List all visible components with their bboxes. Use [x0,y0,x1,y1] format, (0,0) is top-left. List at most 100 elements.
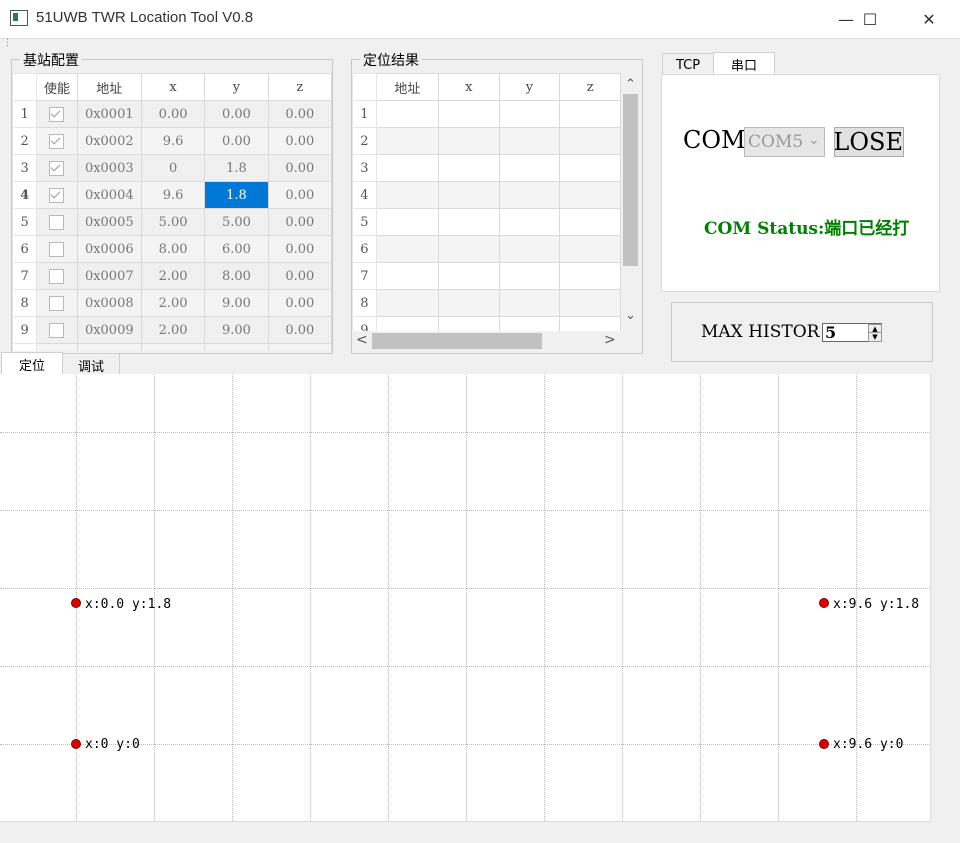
row-number[interactable]: 8 [12,289,38,317]
row-number[interactable]: 6 [352,235,377,263]
location-plot[interactable]: x:0.0 y:1.8 x:9.6 y:1.8 x:0 y:0 x:9.6 y:… [0,374,931,822]
col-header-y[interactable]: y [498,73,561,101]
row-number[interactable]: 3 [12,154,38,182]
row-number[interactable]: 1 [352,100,377,128]
col-header-address[interactable]: 地址 [375,73,439,101]
max-history-label: MAX HISTOR [701,322,820,342]
enable-checkbox[interactable] [49,187,65,203]
z-cell[interactable]: 0.00 [267,100,332,128]
y-cell[interactable]: 5.00 [204,208,269,236]
x-cell[interactable]: 2.00 [140,289,206,317]
results-vertical-scrollbar[interactable]: ⌃ ⌄ [621,73,640,331]
spin-down-icon[interactable]: ▼ [868,332,882,342]
address-cell[interactable]: 0x0006 [76,235,142,263]
row-number[interactable]: 9 [12,316,38,344]
scroll-down-arrow[interactable]: ⌄ [621,309,640,329]
address-cell[interactable]: 0x0005 [76,208,142,236]
scroll-right-arrow[interactable]: > [604,332,616,348]
col-header-z[interactable]: z [267,73,332,101]
history-group: MAX HISTOR 5 ▲ ▼ [671,302,933,362]
max-history-value[interactable]: 5 [825,323,836,342]
y-cell[interactable]: 0.00 [204,127,269,155]
y-cell[interactable]: 9.00 [204,316,269,344]
x-cell[interactable]: 9.6 [140,181,206,209]
enable-checkbox[interactable] [49,106,65,122]
scroll-up-arrow[interactable]: ⌃ [621,73,640,93]
x-cell[interactable]: 2.00 [140,262,206,290]
row-number[interactable]: 3 [352,154,377,182]
y-cell-selected[interactable]: 1.8 [204,181,269,209]
address-cell[interactable]: 0x0002 [76,127,142,155]
x-cell[interactable]: 5.00 [140,208,206,236]
row-number[interactable]: 6 [12,235,38,263]
row-number[interactable]: 4 [12,181,38,209]
enable-checkbox[interactable] [49,268,65,284]
col-header-address[interactable]: 地址 [76,73,142,101]
close-port-button[interactable]: CLOSE [834,127,904,157]
address-cell[interactable]: 0x0001 [76,100,142,128]
y-cell[interactable]: 0.00 [204,100,269,128]
tab-serial[interactable]: 串口 [713,52,775,76]
max-history-spinbox[interactable]: 5 ▲ ▼ [822,323,882,342]
window-title: 51UWB TWR Location Tool V0.8 [36,9,254,26]
z-cell[interactable]: 0.00 [267,154,332,182]
row-number[interactable]: 5 [352,208,377,236]
col-header-z[interactable]: z [559,73,621,101]
enable-checkbox[interactable] [49,241,65,257]
maximize-button[interactable]: ☐ [847,0,893,38]
address-cell[interactable]: 0x0004 [76,181,142,209]
x-cell[interactable]: 9.6 [140,127,206,155]
tab-debug[interactable]: 调试 [62,353,120,376]
z-cell[interactable]: 0.00 [267,235,332,263]
x-cell[interactable]: 8.00 [140,235,206,263]
row-number[interactable]: 2 [12,127,38,155]
row-number[interactable]: 4 [352,181,377,209]
col-header-x[interactable]: x [140,73,206,101]
splitter-grip[interactable]: ⋮ [3,38,12,48]
enable-cell [36,235,78,263]
z-cell[interactable]: 0.00 [267,127,332,155]
enable-cell [36,100,78,128]
row-number[interactable]: 8 [352,289,377,317]
tab-tcp[interactable]: TCP [662,53,714,76]
enable-checkbox[interactable] [49,133,65,149]
row-number[interactable]: 1 [12,100,38,128]
x-cell[interactable]: 2.00 [140,316,206,344]
z-cell[interactable]: 0.00 [267,181,332,209]
address-cell[interactable]: 0x0003 [76,154,142,182]
enable-checkbox[interactable] [49,295,65,311]
col-header-y[interactable]: y [204,73,269,101]
tab-locate[interactable]: 定位 [1,352,63,376]
y-cell[interactable]: 6.00 [204,235,269,263]
x-cell[interactable]: 0.00 [140,100,206,128]
z-cell[interactable]: 0.00 [267,316,332,344]
z-cell[interactable]: 0.00 [267,208,332,236]
z-cell[interactable]: 0.00 [267,289,332,317]
anchor-marker [71,739,81,749]
vertical-scroll-thumb[interactable] [623,94,638,266]
close-window-button[interactable]: ✕ [906,0,952,38]
y-cell[interactable]: 9.00 [204,289,269,317]
enable-checkbox[interactable] [49,322,65,338]
scroll-left-arrow[interactable]: < [356,332,368,348]
com-port-value: COM5 [748,132,804,152]
address-cell[interactable]: 0x0007 [76,262,142,290]
com-port-select[interactable]: COM5 ⌄ [744,127,825,157]
results-horizontal-scrollbar[interactable]: < > [352,331,640,351]
address-cell[interactable]: 0x0009 [76,316,142,344]
col-header-enable[interactable]: 使能 [36,73,78,101]
z-cell[interactable]: 0.00 [267,262,332,290]
row-number[interactable]: 5 [12,208,38,236]
row-number[interactable]: 7 [12,262,38,290]
row-number[interactable]: 9 [352,316,377,331]
col-header-x[interactable]: x [437,73,500,101]
enable-checkbox[interactable] [49,214,65,230]
horizontal-scroll-thumb[interactable] [372,333,542,349]
y-cell[interactable]: 1.8 [204,154,269,182]
row-number[interactable]: 7 [352,262,377,290]
y-cell[interactable]: 8.00 [204,262,269,290]
enable-checkbox[interactable] [49,160,65,176]
address-cell[interactable]: 0x0008 [76,289,142,317]
x-cell[interactable]: 0 [140,154,206,182]
row-number[interactable]: 2 [352,127,377,155]
